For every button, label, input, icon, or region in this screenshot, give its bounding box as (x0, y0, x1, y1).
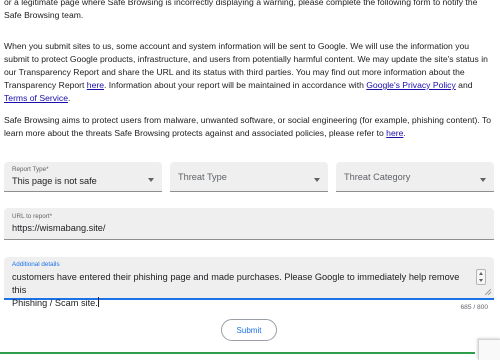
text: . Information about your report will be … (104, 80, 367, 90)
url-to-report-field[interactable]: URL to report* https://wismabang.site/ (4, 208, 494, 240)
intro-paragraph-3: Safe Browsing aims to protect users from… (4, 114, 496, 140)
text: and (455, 80, 473, 90)
submit-button[interactable]: Submit (221, 319, 277, 341)
threats-policy-link[interactable]: here (386, 128, 403, 138)
text: Safe Browsing aims to protect users from… (4, 115, 492, 138)
intro-paragraph-1: or a legitimate page where Safe Browsing… (4, 0, 478, 20)
details-line-2: Phishing / Scam site. (12, 298, 98, 308)
text-cursor (97, 297, 99, 307)
textarea-scroll-stepper[interactable] (476, 269, 486, 285)
text: . (403, 128, 406, 138)
url-label: URL to report* (12, 213, 53, 220)
privacy-policy-link[interactable]: Google's Privacy Policy (366, 80, 456, 90)
terms-of-service-link[interactable]: Terms of Service (4, 93, 68, 103)
text: . (68, 93, 71, 103)
footer-divider (0, 352, 475, 354)
scroll-down-icon[interactable] (479, 279, 483, 282)
details-line-1: customers have entered their phishing pa… (12, 272, 460, 295)
dropdown-arrow-icon (314, 178, 320, 182)
scroll-up-icon[interactable] (479, 272, 483, 275)
resize-handle-icon[interactable] (485, 289, 491, 295)
report-type-value: This page is not safe (12, 176, 97, 186)
additional-details-label: Additional details (12, 261, 60, 268)
recaptcha-badge-icon[interactable] (478, 339, 500, 360)
transparency-report-link[interactable]: here (87, 80, 104, 90)
threat-category-select[interactable]: Threat Category (336, 162, 494, 192)
character-counter: 685 / 800 (460, 304, 489, 311)
threat-type-select[interactable]: Threat Type (170, 162, 328, 192)
intro-paragraph-2: When you submit sites to us, some accoun… (4, 40, 496, 105)
url-value: https://wismabang.site/ (12, 223, 106, 233)
report-type-label: Report Type* (12, 166, 49, 173)
dropdown-arrow-icon (480, 178, 486, 182)
threat-category-placeholder: Threat Category (344, 172, 411, 182)
additional-details-text: customers have entered their phishing pa… (12, 271, 474, 310)
report-type-select[interactable]: Report Type* This page is not safe (4, 162, 162, 192)
threat-type-placeholder: Threat Type (178, 172, 227, 182)
additional-details-textarea[interactable]: Additional details customers have entere… (4, 257, 494, 308)
dropdown-arrow-icon (148, 178, 154, 182)
